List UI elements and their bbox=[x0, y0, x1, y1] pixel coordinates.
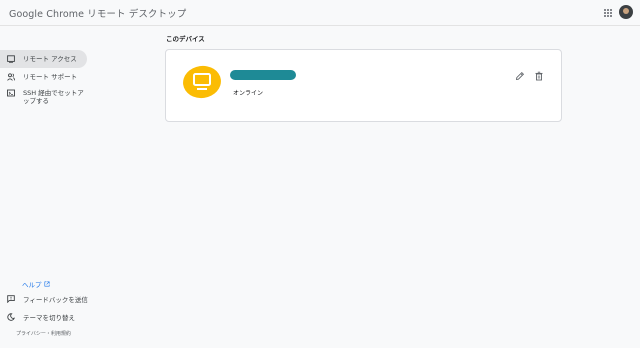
feedback-icon bbox=[7, 295, 15, 303]
external-link-icon bbox=[44, 281, 49, 287]
device-card[interactable]: オンライン bbox=[165, 49, 562, 122]
account-avatar[interactable] bbox=[619, 5, 633, 19]
people-icon bbox=[7, 73, 15, 81]
help-label: ヘルプ bbox=[22, 281, 42, 289]
sidebar-item-label: リモート サポート bbox=[23, 73, 78, 81]
sidebar-item-label: リモート アクセス bbox=[23, 55, 77, 63]
top-app-bar: Google Chrome リモート デスクトップ bbox=[0, 0, 640, 26]
section-title: このデバイス bbox=[166, 35, 205, 43]
device-name-redacted bbox=[230, 70, 296, 80]
theme-label: テーマを切り替え bbox=[23, 314, 75, 322]
toggle-theme-button[interactable]: テーマを切り替え bbox=[0, 312, 75, 322]
brand-product: Chrome リモート デスクトップ bbox=[46, 9, 187, 20]
terminal-icon bbox=[7, 89, 15, 97]
app-title: Google Chrome リモート デスクトップ bbox=[9, 6, 186, 20]
device-monitor-icon bbox=[183, 65, 221, 99]
send-feedback-button[interactable]: フィードバックを送信 bbox=[0, 294, 88, 304]
brand-google: Google bbox=[9, 9, 44, 20]
dark-mode-icon bbox=[7, 313, 15, 321]
pencil-icon[interactable] bbox=[515, 71, 525, 81]
privacy-terms-link[interactable]: プライバシー・利用規約 bbox=[16, 330, 71, 337]
help-link[interactable]: ヘルプ bbox=[22, 279, 50, 289]
sidebar-item-remote-access[interactable]: リモート アクセス bbox=[0, 50, 87, 68]
device-status: オンライン bbox=[233, 90, 264, 97]
feedback-label: フィードバックを送信 bbox=[23, 296, 88, 304]
monitor-icon bbox=[7, 55, 15, 63]
apps-grid-icon[interactable] bbox=[603, 8, 613, 18]
trash-icon[interactable] bbox=[534, 71, 544, 81]
sidebar-item-label: SSH 経由でセットアップする bbox=[23, 89, 84, 105]
sidebar-item-ssh-setup[interactable]: SSH 経由でセットアップする bbox=[0, 89, 85, 107]
